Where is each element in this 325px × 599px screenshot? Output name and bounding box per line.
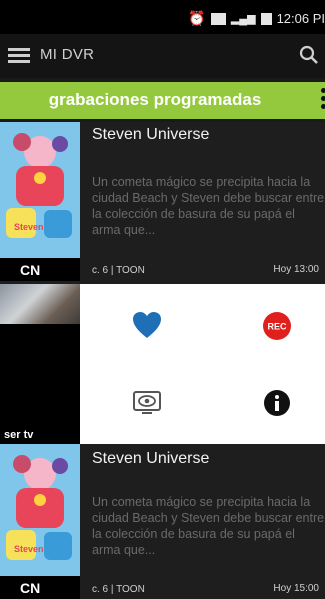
recording-card[interactable]: Steven CN Steven Universe Un cometa mági… <box>0 122 325 284</box>
alarm-icon: ⏰ <box>188 10 206 26</box>
record-time: Hoy 15:00 <box>273 583 319 594</box>
tv-eye-icon <box>133 391 161 414</box>
rec-label: REC <box>267 322 287 332</box>
program-photo <box>0 284 80 324</box>
heart-icon <box>133 312 161 338</box>
show-title: Steven Universe <box>92 126 210 143</box>
show-thumbnail: Steven <box>0 122 80 258</box>
show-description: Un cometa mágico se precipita hacia la c… <box>92 175 325 237</box>
cartoon-network-logo: CN <box>0 258 80 281</box>
section-title: grabaciones programadas <box>48 90 262 109</box>
show-description: Un cometa mágico se precipita hacia la c… <box>92 495 325 557</box>
info-icon <box>264 390 290 416</box>
channel-info: c. 6 | TOON <box>92 584 145 595</box>
recording-card[interactable]: Steven CN Steven Universe Un cometa mági… <box>0 444 325 599</box>
favorite-button[interactable] <box>130 308 164 342</box>
section-header: grabaciones programadas <box>0 82 325 119</box>
info-button[interactable] <box>260 386 294 420</box>
svg-text:Steven: Steven <box>14 544 44 554</box>
cartoon-network-logo: CN <box>0 576 80 599</box>
more-options-icon[interactable] <box>321 88 325 112</box>
svg-text:Steven: Steven <box>14 222 44 232</box>
status-bar: ⏰ ▂▄▆ 12:06 PI <box>0 0 325 34</box>
recording-actions: ser tv REC <box>0 284 325 444</box>
watch-button[interactable] <box>130 386 164 420</box>
show-thumbnail: Steven <box>0 444 80 580</box>
app-bar: MI DVR <box>0 34 325 78</box>
rec-icon: REC <box>263 312 291 340</box>
clock-text: 12:06 PI <box>276 11 325 26</box>
menu-icon[interactable] <box>8 48 30 64</box>
show-title: Steven Universe <box>92 450 210 467</box>
record-button[interactable]: REC <box>260 309 294 343</box>
sertv-logo: ser tv <box>4 429 34 441</box>
channel-info: c. 6 | TOON <box>92 265 145 276</box>
app-title: MI DVR <box>40 46 95 63</box>
channel-thumbnail: ser tv <box>0 284 80 444</box>
record-time: Hoy 13:00 <box>273 264 319 275</box>
battery-icon <box>260 12 272 25</box>
action-panel: REC <box>80 284 325 444</box>
signal-icon: ▂▄▆ <box>230 13 256 25</box>
search-icon[interactable] <box>299 45 319 65</box>
hd-icon <box>210 12 226 25</box>
